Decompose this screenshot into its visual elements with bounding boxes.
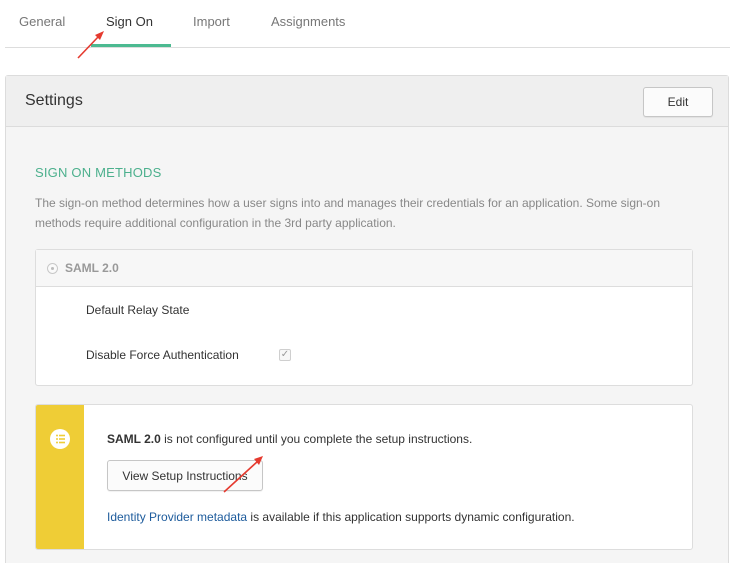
edit-button[interactable]: Edit <box>643 87 713 117</box>
disable-force-auth-label: Disable Force Authentication <box>86 348 239 362</box>
default-relay-state-label: Default Relay State <box>86 303 190 317</box>
sign-on-description: The sign-on method determines how a user… <box>35 196 661 230</box>
notice-message: SAML 2.0 is not configured until you com… <box>107 432 472 446</box>
notice-footer-text: is available if this application support… <box>247 510 575 524</box>
notice-footer: Identity Provider metadata is available … <box>107 510 575 524</box>
tab-sign-on[interactable]: Sign On <box>106 14 153 29</box>
active-tab-indicator <box>91 44 171 47</box>
saml-method-header: SAML 2.0 <box>36 250 692 287</box>
saml-radio[interactable] <box>47 263 58 274</box>
notice-color-bar <box>36 405 84 549</box>
setup-notice: SAML 2.0 is not configured until you com… <box>35 404 693 550</box>
saml-method-card: SAML 2.0 Default Relay State Disable For… <box>35 249 693 386</box>
disable-force-auth-checkbox[interactable]: ✓ <box>279 349 291 361</box>
tab-general[interactable]: General <box>19 14 65 29</box>
saml-method-label: SAML 2.0 <box>65 261 119 275</box>
tab-assignments[interactable]: Assignments <box>271 14 345 29</box>
tab-import[interactable]: Import <box>193 14 230 29</box>
settings-header: Settings Edit <box>6 76 728 127</box>
notice-method-name: SAML 2.0 <box>107 432 161 446</box>
settings-panel: Settings Edit SIGN ON METHODS The sign-o… <box>5 75 729 563</box>
settings-title: Settings <box>25 92 83 109</box>
notice-message-text: is not configured until you complete the… <box>160 432 473 446</box>
list-icon <box>50 429 70 449</box>
view-setup-instructions-button[interactable]: View Setup Instructions <box>107 460 263 491</box>
sign-on-methods-heading: SIGN ON METHODS <box>35 165 162 180</box>
tab-bar: General Sign On Import Assignments <box>5 0 730 48</box>
identity-provider-metadata-link[interactable]: Identity Provider metadata <box>107 510 247 524</box>
